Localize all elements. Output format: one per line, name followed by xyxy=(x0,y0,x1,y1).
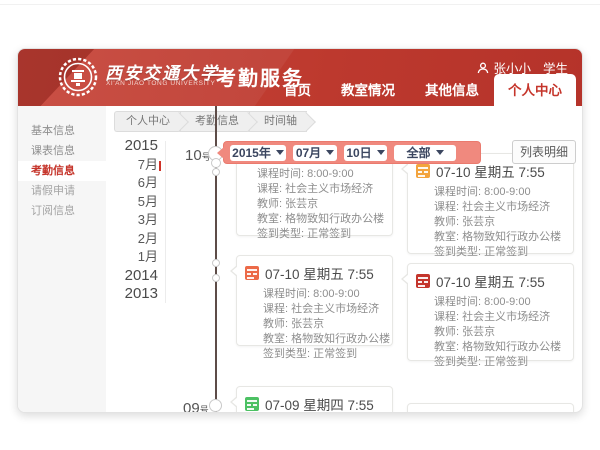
card-title: 07-10 星期五 7:55 xyxy=(265,263,374,283)
date-nav-june[interactable]: 6月 xyxy=(88,174,158,193)
card-field: 课程时间: 8:00-9:00 xyxy=(434,295,573,310)
card-field: 教师: 张芸京 xyxy=(263,317,392,332)
main-nav: 首页 教室情况 其他信息 个人中心 xyxy=(269,74,576,106)
breadcrumb: 个人中心 考勤信息 时间轴 xyxy=(114,111,307,132)
card-field: 课程: 社会主义市场经济 xyxy=(263,302,392,317)
day-dropdown-value: 10日 xyxy=(346,144,371,161)
caret-down-icon xyxy=(326,150,334,155)
card-field: 课程时间: 8:00-9:00 xyxy=(434,185,573,200)
signin-type-icon xyxy=(245,266,259,280)
header-band: 西安交通大学 XI'AN JIAO TONG UNIVERSITY 考勤服务 张… xyxy=(18,49,582,106)
card-field: 教室: 格物致知行政办公楼 xyxy=(263,332,392,347)
nav-item-home[interactable]: 首页 xyxy=(269,74,326,106)
date-nav-2015[interactable]: 2015 xyxy=(88,137,158,156)
user-icon xyxy=(477,62,489,74)
card-field: 签到类型: 正常签到 xyxy=(434,355,573,370)
timeline-node-small xyxy=(212,274,220,282)
breadcrumb-personal-center[interactable]: 个人中心 xyxy=(114,111,180,132)
card-field: 课程: 社会主义市场经济 xyxy=(434,200,573,215)
attendance-card: 07-09 星期四 7:55 xyxy=(236,386,393,413)
year-dropdown-value: 2015年 xyxy=(232,144,271,161)
card-field: 课程时间: 8:00-9:00 xyxy=(257,167,392,182)
date-nav-january[interactable]: 1月 xyxy=(88,248,158,267)
date-nav-march[interactable]: 3月 xyxy=(88,211,158,230)
date-nav-july[interactable]: 7月 xyxy=(88,156,158,175)
card-field: 教师: 张芸京 xyxy=(434,325,573,340)
attendance-card: 07-10 星期五 7:55 课程时间: 8:00-9:00 课程: 社会主义市… xyxy=(407,153,574,254)
card-field: 教师: 张芸京 xyxy=(434,215,573,230)
nav-item-classrooms[interactable]: 教室情况 xyxy=(326,74,410,106)
card-field: 签到类型: 正常签到 xyxy=(257,227,392,242)
timeline-day-label-10: 10号 xyxy=(185,147,211,165)
attendance-card: 07-10 星期五 7:55 课程时间: 8:00-9:00 课程: 社会主义市… xyxy=(407,263,574,361)
card-field: 教室: 格物致知行政办公楼 xyxy=(434,230,573,245)
timeline-node-day09 xyxy=(209,399,222,412)
card-field: 签到类型: 正常签到 xyxy=(434,245,573,260)
timeline-node-small xyxy=(212,168,220,176)
card-title: 07-10 星期五 7:55 xyxy=(436,161,545,181)
date-nav-february[interactable]: 2月 xyxy=(88,230,158,249)
caret-down-icon xyxy=(377,150,385,155)
month-dropdown[interactable]: 07月 xyxy=(293,145,337,161)
card-field: 签到类型: 正常签到 xyxy=(263,347,392,362)
filter-bar: 2015年 07月 10日 全部 xyxy=(223,141,481,164)
card-title: 07-10 星期五 7:55 xyxy=(436,271,545,291)
card-field: 课程: 社会主义市场经济 xyxy=(434,310,573,325)
signin-type-icon xyxy=(245,397,259,411)
timeline-day-label-09: 09号 xyxy=(183,400,209,413)
signin-type-icon xyxy=(416,274,430,288)
card-field: 教师: 张芸京 xyxy=(257,197,392,212)
active-month-marker xyxy=(159,161,161,171)
signin-type-icon xyxy=(416,164,430,178)
card-field: 教室: 格物致知行政办公楼 xyxy=(434,340,573,355)
date-nav-2013[interactable]: 2013 xyxy=(88,285,158,304)
attendance-card xyxy=(407,403,574,413)
card-field: 教室: 格物致知行政办公楼 xyxy=(257,212,392,227)
app-window: 西安交通大学 XI'AN JIAO TONG UNIVERSITY 考勤服务 张… xyxy=(17,48,583,413)
date-nav: 2015 7月 6月 5月 3月 2月 1月 2014 2013 xyxy=(88,137,158,304)
caret-down-icon xyxy=(436,150,444,155)
type-dropdown[interactable]: 全部 xyxy=(394,145,456,161)
card-field: 课程: 社会主义市场经济 xyxy=(257,182,392,197)
nav-item-personal-center[interactable]: 个人中心 xyxy=(494,74,576,106)
list-detail-button[interactable]: 列表明细 xyxy=(512,140,576,164)
attendance-card: 07-10 星期五 7:55 课程时间: 8:00-9:00 课程: 社会主义市… xyxy=(236,255,393,346)
year-dropdown[interactable]: 2015年 xyxy=(230,145,286,161)
card-title: 07-09 星期四 7:55 xyxy=(265,394,374,413)
timeline-node-medium xyxy=(211,158,221,168)
type-dropdown-value: 全部 xyxy=(406,144,430,161)
month-dropdown-value: 07月 xyxy=(296,144,321,161)
university-logo-icon xyxy=(58,57,98,97)
timeline-node-small xyxy=(212,259,220,267)
nav-item-other-info[interactable]: 其他信息 xyxy=(410,74,494,106)
date-nav-may[interactable]: 5月 xyxy=(88,193,158,212)
university-name-en: XI'AN JIAO TONG UNIVERSITY xyxy=(106,80,215,87)
date-nav-2014[interactable]: 2014 xyxy=(88,267,158,286)
page-top-divider xyxy=(0,4,600,5)
day-dropdown[interactable]: 10日 xyxy=(344,145,387,161)
date-nav-divider xyxy=(165,141,166,303)
caret-down-icon xyxy=(276,150,284,155)
card-field: 课程时间: 8:00-9:00 xyxy=(263,287,392,302)
